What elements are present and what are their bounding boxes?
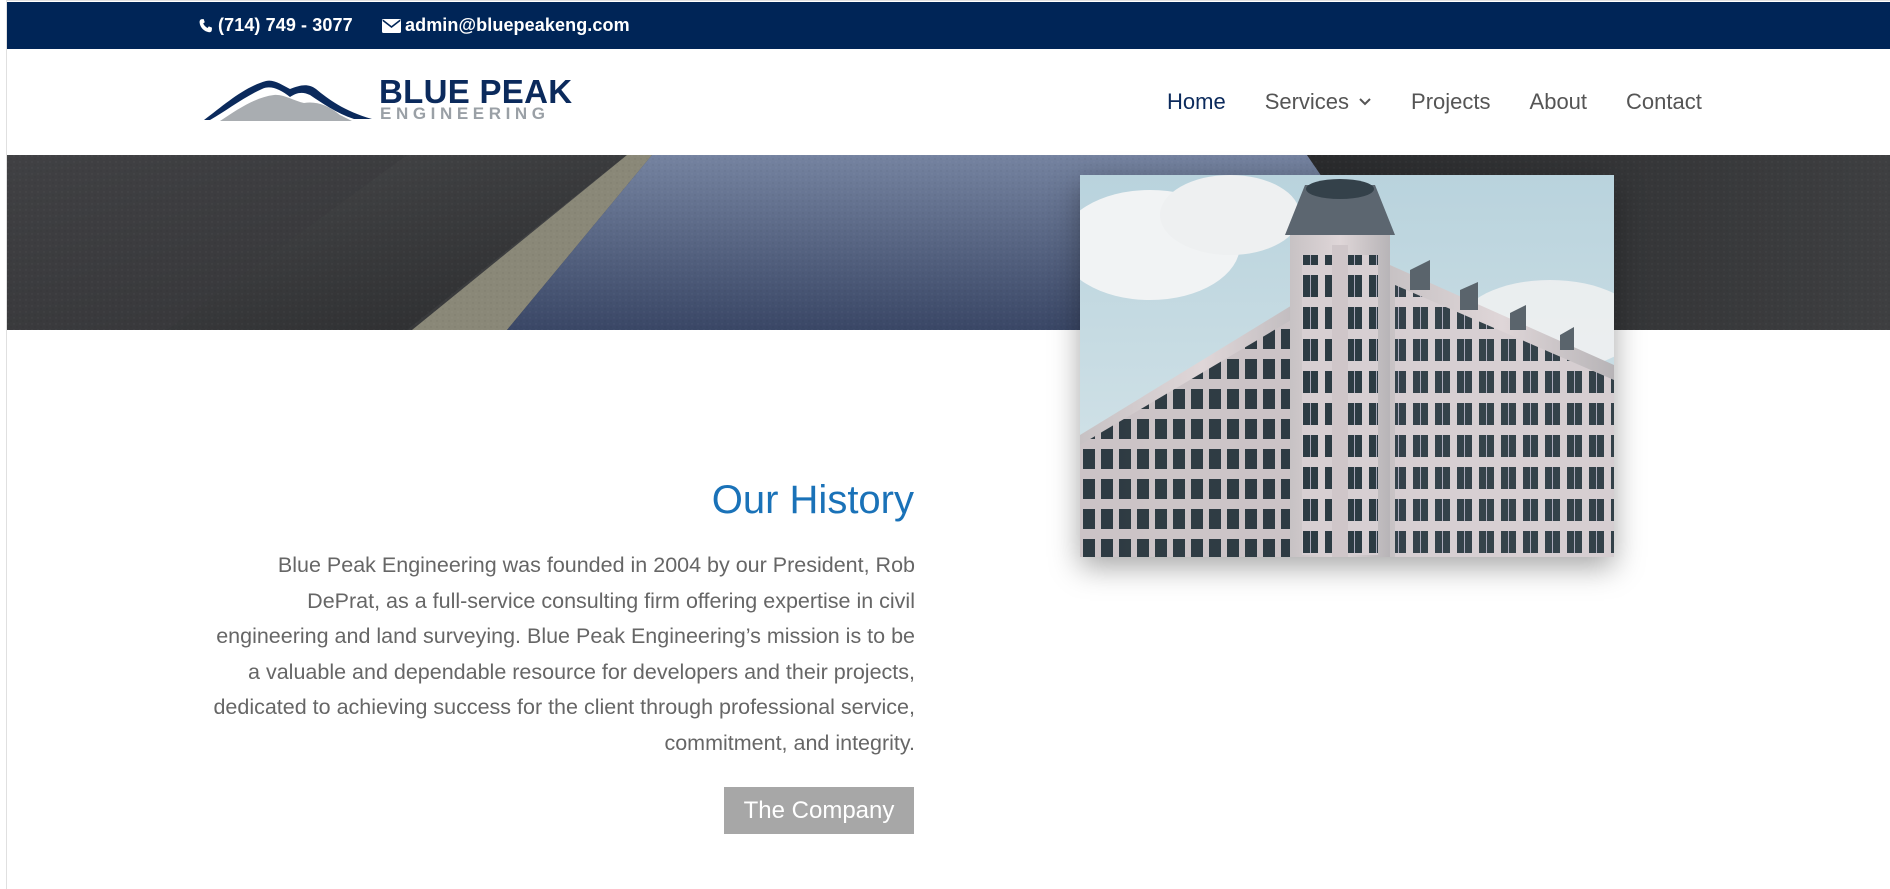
building-photo [1080, 175, 1614, 557]
nav-services-label: Services [1264, 89, 1350, 114]
site-logo[interactable]: BLUE PEAK ENGINEERING [204, 75, 572, 125]
logo-wordmark-engineering: ENGINEERING [380, 104, 550, 123]
nav-services[interactable]: Services [1265, 89, 1372, 115]
nav-about[interactable]: About [1530, 89, 1588, 115]
main-nav: Home Services Projects About Contact [1167, 49, 1741, 155]
envelope-icon [382, 18, 405, 33]
site-header: BLUE PEAK ENGINEERING Home Services Proj… [7, 49, 1890, 156]
history-paragraph: Blue Peak Engineering was founded in 200… [213, 553, 915, 755]
chevron-down-icon [1358, 97, 1372, 107]
nav-home[interactable]: Home [1167, 89, 1226, 115]
history-heading: Our History [711, 478, 914, 522]
phone-link[interactable]: (714) 749 - 3077 [198, 2, 353, 49]
nav-contact[interactable]: Contact [1626, 89, 1702, 115]
mountain-logo-icon [204, 80, 372, 121]
phone-number: (714) 749 - 3077 [218, 15, 353, 35]
phone-icon [198, 18, 218, 34]
nav-projects[interactable]: Projects [1411, 89, 1490, 115]
the-company-button[interactable]: The Company [724, 787, 914, 834]
email-link[interactable]: admin@bluepeakeng.com [382, 2, 630, 49]
page-frame: (714) 749 - 3077 admin@bluepeakeng.com B… [6, 0, 1890, 889]
top-contact-bar: (714) 749 - 3077 admin@bluepeakeng.com [7, 2, 1890, 49]
email-address: admin@bluepeakeng.com [405, 15, 630, 35]
